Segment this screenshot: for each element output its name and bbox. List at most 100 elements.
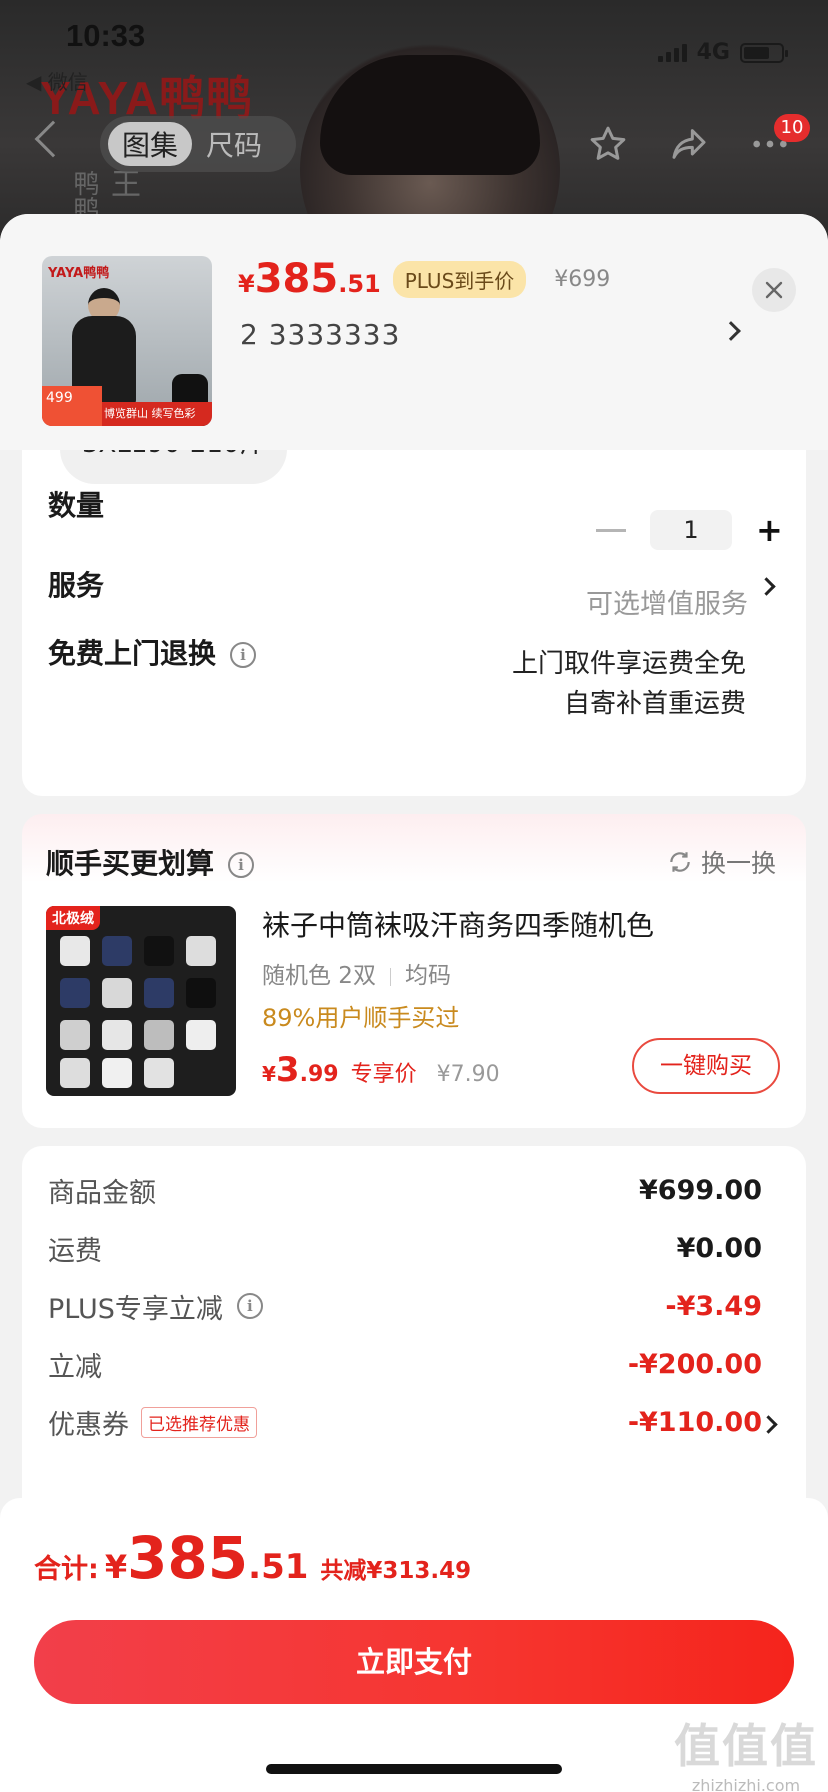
addon-title: 顺手买更划算 — [46, 847, 215, 880]
info-icon[interactable]: i — [236, 1293, 263, 1319]
summary-label: 优惠券 — [48, 1409, 129, 1441]
addon-product-name[interactable]: 袜子中筒袜吸汗商务四季随机色 — [262, 904, 654, 944]
addon-price-decimal: .99 — [299, 1062, 339, 1087]
sock-item — [60, 978, 90, 1008]
sock-item — [144, 936, 174, 966]
tab-gallery[interactable]: 图集 — [108, 122, 193, 166]
summary-row: PLUS专享立减 i -¥3.49 — [48, 1286, 762, 1326]
one-click-buy-button[interactable]: 一键购买 — [632, 1038, 780, 1094]
addon-spec-size: 均码 — [404, 963, 451, 989]
sock-item — [60, 936, 90, 966]
chevron-right-icon[interactable] — [721, 321, 741, 341]
sock-item — [186, 978, 216, 1008]
service-value[interactable]: 可选增值服务 — [586, 582, 748, 621]
swap-button[interactable]: 换一换 — [667, 844, 776, 880]
coupon-tag: 已选推荐优惠 — [141, 1406, 257, 1438]
pay-now-button[interactable]: 立即支付 — [34, 1620, 794, 1704]
battery-icon — [740, 42, 788, 63]
quantity-input[interactable]: 1 — [650, 510, 732, 550]
currency-symbol: ¥ — [262, 1062, 276, 1086]
addon-price-integer: 3 — [275, 1050, 300, 1090]
addon-card: 顺手买更划算 i 换一换 北极绒 袜子中筒袜吸汗商务四季随机色 随机色 2双 均… — [22, 814, 806, 1128]
total-integer: 385 — [127, 1524, 249, 1592]
close-button[interactable] — [752, 268, 796, 312]
addon-old-price: ¥7.90 — [436, 1062, 500, 1087]
sock-item — [102, 1058, 132, 1088]
sock-item — [144, 978, 174, 1008]
quantity-label: 数量 — [48, 489, 105, 522]
quantity-stepper: 1 + — [596, 510, 783, 550]
purchase-sheet: YAYA鸭鸭 博览群山 续写色彩 499 ¥ 385 .51 PLUS到手价 ¥… — [0, 214, 828, 1792]
addon-exclusive-label: 专享价 — [350, 1062, 417, 1087]
sock-item — [60, 1020, 90, 1050]
return-line-2: 自寄补首重运费 — [563, 689, 746, 719]
info-icon[interactable]: i — [228, 852, 255, 878]
return-description: 上门取件享运费全免 自寄补首重运费 — [512, 644, 746, 724]
summary-row: 运费 ¥0.00 — [48, 1228, 762, 1268]
share-icon[interactable] — [668, 124, 710, 164]
minus-icon[interactable] — [596, 528, 626, 532]
swap-label: 换一换 — [700, 849, 776, 878]
summary-row: 立减 -¥200.00 — [48, 1344, 762, 1384]
plus-icon[interactable]: + — [756, 510, 783, 550]
checkout-footer: 合计: ¥ 385 .51 共减¥313.49 立即支付 值值值 zhizhiz… — [0, 1498, 828, 1792]
addon-title-row: 顺手买更划算 i — [46, 842, 255, 882]
thumbnail-brand: YAYA鸭鸭 — [48, 266, 110, 281]
currency-symbol: ¥ — [238, 270, 255, 298]
plus-price-tag: PLUS到手价 — [392, 260, 527, 298]
sock-item — [60, 1058, 90, 1088]
sock-item — [102, 978, 132, 1008]
return-label-row: 免费上门退换 i — [48, 632, 257, 672]
info-icon[interactable]: i — [230, 642, 257, 668]
sock-item — [144, 1058, 174, 1088]
summary-label: PLUS专享立减 — [48, 1293, 223, 1325]
total-label: 合计: — [34, 1554, 99, 1585]
sheet-header: YAYA鸭鸭 博览群山 续写色彩 499 ¥ 385 .51 PLUS到手价 ¥… — [0, 214, 828, 450]
coupon-row[interactable]: 优惠券 已选推荐优惠 -¥110.00 — [48, 1402, 762, 1442]
addon-hint: 89%用户顺手买过 — [262, 1004, 460, 1032]
summary-label-row: 优惠券 已选推荐优惠 — [48, 1403, 257, 1442]
gallery-tabs: 图集 尺码 — [100, 116, 296, 172]
addon-product-image[interactable]: 北极绒 — [46, 906, 236, 1096]
refresh-icon — [670, 852, 690, 872]
return-line-1: 上门取件享运费全免 — [511, 649, 746, 679]
service-label: 服务 — [48, 569, 105, 602]
watermark-logo: 值值值 — [674, 1719, 818, 1773]
addon-image-logo: 北极绒 — [46, 906, 100, 930]
summary-label: 立减 — [48, 1351, 102, 1383]
summary-value: ¥699.00 — [639, 1174, 762, 1206]
return-label: 免费上门退换 — [48, 637, 217, 670]
options-card: 3XL190-210斤 数量 1 + 服务 可选增值服务 免费上门退换i 上门取… — [22, 414, 806, 796]
status-indicators: 4G — [657, 40, 788, 65]
thumbnail-price: 499 — [42, 386, 102, 426]
summary-row: 商品金额 ¥699.00 — [48, 1170, 762, 1210]
price-decimal: .51 — [338, 270, 381, 298]
message-badge: 10 — [774, 114, 810, 142]
sock-item — [186, 936, 216, 966]
back-to-app[interactable]: ◀ 微信 — [26, 66, 88, 95]
price-integer: 385 — [254, 256, 339, 302]
star-icon[interactable] — [588, 124, 628, 164]
watermark-url: zhizhizhi.com — [691, 1776, 801, 1792]
total-decimal: .51 — [248, 1547, 309, 1587]
product-thumbnail[interactable]: YAYA鸭鸭 博览群山 续写色彩 499 — [42, 256, 212, 426]
product-price: ¥ 385 .51 PLUS到手价 ¥699 — [238, 256, 610, 302]
total-savings: 共减¥313.49 — [320, 1558, 472, 1584]
home-indicator[interactable] — [266, 1764, 562, 1774]
watermark: 值值值 zhizhizhi.com — [674, 1710, 818, 1792]
network-type: 4G — [696, 40, 730, 65]
selected-sku[interactable]: 2 3333333 — [240, 318, 400, 351]
total-price: 合计: ¥ 385 .51 共减¥313.49 — [34, 1524, 471, 1592]
sock-item — [144, 1020, 174, 1050]
chevron-right-icon[interactable] — [757, 577, 776, 596]
background-vertical-text-2: 王 — [105, 168, 140, 198]
signal-icon — [657, 43, 687, 62]
currency-symbol: ¥ — [104, 1548, 128, 1586]
summary-label: 运费 — [48, 1235, 102, 1267]
summary-label: 商品金额 — [48, 1177, 156, 1209]
summary-value: -¥3.49 — [665, 1290, 762, 1322]
chevron-right-icon[interactable] — [759, 1415, 778, 1434]
sock-item — [102, 936, 132, 966]
tab-size[interactable]: 尺码 — [192, 122, 276, 166]
summary-value: -¥110.00 — [627, 1406, 762, 1438]
